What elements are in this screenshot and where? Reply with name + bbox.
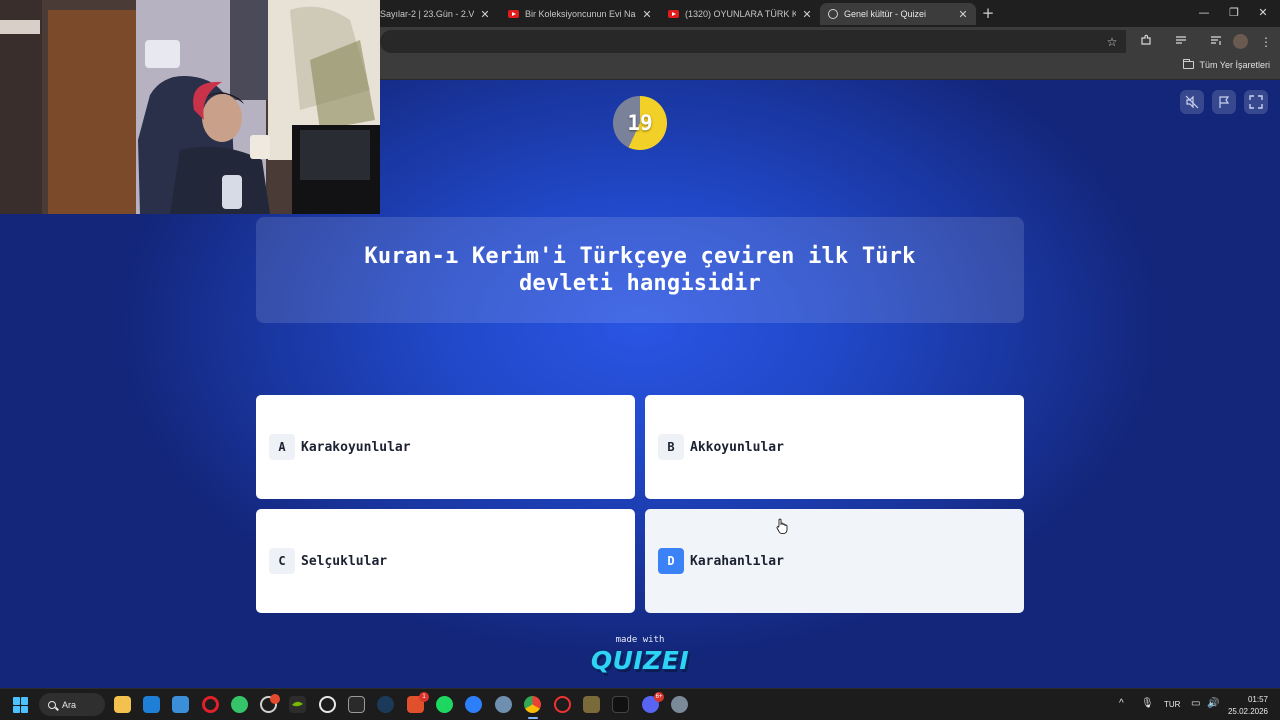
spotify-icon[interactable] (436, 696, 453, 713)
steam-icon[interactable] (377, 696, 394, 713)
discord-badge: 6+ (654, 692, 664, 702)
game-app-icon[interactable]: 1 (407, 692, 429, 713)
search-icon (48, 700, 56, 709)
tab-title: Genel kültür - Quizei (844, 9, 927, 19)
restore-icon[interactable]: ❐ (1224, 4, 1244, 22)
all-bookmarks-folder[interactable]: Tüm Yer İşaretleri (1183, 59, 1270, 70)
steelseries-icon[interactable] (319, 696, 336, 713)
hand-cursor-icon (776, 518, 788, 534)
profile-avatar[interactable] (1233, 34, 1248, 49)
answer-text: Karahanlılar (690, 553, 784, 569)
answer-text: Karakoyunlular (301, 439, 411, 455)
chrome-icon[interactable] (524, 696, 541, 713)
search-label: Ara (62, 699, 77, 710)
answer-letter: C (269, 548, 295, 574)
file-explorer-icon[interactable] (114, 696, 131, 713)
made-with-label: made with (615, 635, 665, 645)
webcam-feed (0, 0, 380, 214)
clock-date: 25.02.2026 (1227, 707, 1268, 716)
screen: Sayılar-2 | 23.Gün - 2.Video ✕ Bir Kolek… (0, 0, 1280, 720)
microphone-icon[interactable]: 🎙 (1141, 698, 1154, 709)
epic-games-icon[interactable] (348, 696, 365, 713)
new-tab-icon[interactable]: + (980, 5, 996, 21)
menu-kebab-icon[interactable]: ⋮ (1257, 33, 1275, 51)
tray-chevron-icon[interactable]: ^ (1119, 698, 1124, 709)
obs-icon[interactable] (260, 694, 280, 713)
muted-speaker-icon (1185, 95, 1199, 109)
nvidia-icon[interactable] (289, 696, 306, 713)
question-text: Kuran-ı Kerim'i Türkçeye çeviren ilk Tür… (364, 244, 916, 296)
discord-icon[interactable]: 6+ (642, 692, 664, 713)
tab-title: Sayılar-2 | 23.Gün - 2.Video (380, 9, 474, 19)
mute-button[interactable] (1180, 90, 1204, 114)
taskbar-search[interactable]: Ara (39, 693, 105, 716)
close-tab-icon[interactable]: ✕ (642, 8, 652, 21)
fullscreen-button[interactable] (1244, 90, 1268, 114)
timer-count: 19 (627, 111, 653, 135)
answer-letter: A (269, 434, 295, 460)
app-blue-icon[interactable] (465, 696, 482, 713)
media-icon[interactable] (1172, 33, 1190, 51)
tab-title: Bir Koleksiyoncunun Evi Nasıl Olur (525, 9, 636, 19)
windows-taskbar: Ara 1 6+ ^ 🎙 TUR ▭ 🔊 01:57 25.02.2026 (0, 688, 1280, 720)
active-app-indicator (528, 717, 538, 719)
answer-option-b[interactable]: B Akkoyunlular (645, 395, 1024, 499)
window-close-icon[interactable]: ✕ (1253, 4, 1273, 22)
answer-letter: D (658, 548, 684, 574)
report-button[interactable] (1212, 90, 1236, 114)
extensions-icon[interactable] (1137, 33, 1155, 51)
minimize-icon[interactable]: — (1194, 4, 1214, 22)
answer-letter: B (658, 434, 684, 460)
notification-dot (270, 694, 280, 704)
tab-oyunlara[interactable]: (1320) OYUNLARA TÜRK KARAKTER ✕ (660, 3, 820, 25)
answer-text: Selçuklular (301, 553, 388, 569)
flag-icon (1219, 96, 1230, 108)
opera-icon[interactable] (202, 696, 219, 713)
folder-icon (1183, 59, 1195, 69)
network-icon[interactable]: ▭ (1191, 698, 1200, 709)
photos-icon[interactable] (172, 696, 189, 713)
answer-option-c[interactable]: C Selçuklular (256, 509, 635, 613)
webcam-overlay (0, 0, 380, 214)
fullscreen-icon (1249, 95, 1263, 109)
settings-icon[interactable] (671, 696, 688, 713)
language-indicator[interactable]: TUR (1164, 700, 1180, 709)
telegram-icon[interactable] (231, 696, 248, 713)
clock-time: 01:57 (1247, 695, 1268, 704)
globe-icon (828, 9, 838, 19)
start-button[interactable] (13, 697, 29, 713)
tab-sayilar[interactable]: Sayılar-2 | 23.Gün - 2.Video ✕ (372, 3, 498, 25)
notification-badge: 1 (419, 692, 429, 702)
app-red-ring-icon[interactable] (554, 696, 571, 713)
youtube-icon (508, 10, 519, 18)
answer-option-a[interactable]: A Karakoyunlular (256, 395, 635, 499)
youtube-icon (668, 10, 679, 18)
answer-text: Akkoyunlular (690, 439, 784, 455)
volume-icon[interactable]: 🔊 (1207, 698, 1219, 709)
tab-koleksiyoncu[interactable]: Bir Koleksiyoncunun Evi Nasıl Olur ✕ (500, 3, 660, 25)
tab-title: (1320) OYUNLARA TÜRK KARAKTER (685, 9, 796, 19)
quizei-logo[interactable]: QUIZEI (580, 646, 700, 675)
bookmarks-folder-label: Tüm Yer İşaretleri (1199, 60, 1270, 70)
close-tab-icon[interactable]: ✕ (480, 8, 490, 21)
outlook-icon[interactable] (143, 696, 160, 713)
question-card: Kuran-ı Kerim'i Türkçeye çeviren ilk Tür… (256, 217, 1024, 323)
app-dark-icon[interactable] (612, 696, 629, 713)
close-tab-icon[interactable]: ✕ (958, 8, 968, 21)
close-tab-icon[interactable]: ✕ (802, 8, 812, 21)
address-bar[interactable] (380, 30, 1126, 53)
answer-option-d[interactable]: D Karahanlılar (645, 509, 1024, 613)
system-clock[interactable]: 01:57 25.02.2026 (1228, 694, 1268, 718)
reading-list-icon[interactable] (1207, 33, 1225, 51)
tab-quizei[interactable]: Genel kültür - Quizei ✕ (820, 3, 976, 25)
minecraft-icon[interactable] (583, 696, 600, 713)
app-globe-icon[interactable] (495, 696, 512, 713)
bookmark-star-icon[interactable]: ☆ (1103, 33, 1121, 51)
